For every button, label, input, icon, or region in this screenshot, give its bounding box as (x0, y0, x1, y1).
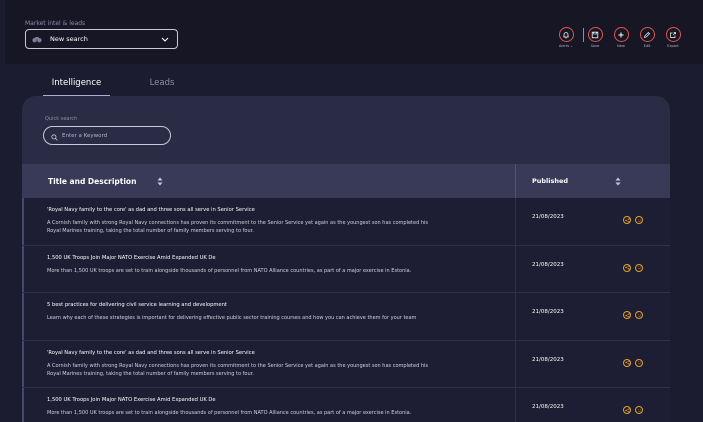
quick-search-field[interactable] (43, 126, 171, 145)
row-title[interactable]: 'Royal Navy family to the core' as dad a… (47, 207, 255, 213)
edit-button[interactable]: Edit (637, 27, 657, 48)
column-title-description[interactable]: Title and Description (48, 164, 136, 198)
row-description: More than 1,500 UK troops are set to tra… (47, 267, 412, 274)
tab-leads[interactable]: Leads (135, 78, 189, 96)
binoculars-icon (32, 35, 42, 43)
table-row[interactable]: 1,500 UK Troops Join Major NATO Exercise… (22, 245, 670, 293)
quick-search-input[interactable] (62, 132, 162, 139)
alerts-button[interactable]: Alerts ⌄ (556, 27, 576, 48)
context-label: Market intel & leads (25, 20, 86, 27)
row-title[interactable]: 5 best practices for delivering civil se… (47, 302, 227, 308)
smiley-icon[interactable] (635, 358, 643, 367)
smiley-icon[interactable] (635, 263, 643, 272)
save-label: Save (590, 44, 600, 48)
row-title[interactable]: 1,500 UK Troops Join Major NATO Exercise… (47, 397, 216, 403)
export-button[interactable]: Export (663, 27, 683, 48)
row-published-date: 21/08/2023 (532, 214, 564, 220)
row-description: A Cornish family with strong Royal Navy … (47, 362, 429, 377)
share-icon[interactable] (623, 311, 631, 319)
tab-intelligence[interactable]: Intelligence (43, 78, 110, 96)
quick-search-label: Quick search (45, 116, 78, 122)
table-body: 'Royal Navy family to the core' as dad a… (22, 198, 670, 422)
smiley-icon[interactable] (635, 406, 643, 414)
row-description: A Cornish family with strong Royal Navy … (47, 220, 429, 234)
new-button[interactable]: New (611, 27, 631, 48)
alerts-label: Alerts ⌄ (558, 44, 574, 48)
context-value: New search (50, 35, 88, 43)
export-label: Export (667, 44, 679, 48)
row-description: More than 1,500 UK troops are set to tra… (47, 410, 412, 416)
row-title[interactable]: 'Royal Navy family to the core' as dad a… (47, 350, 255, 356)
toolbar-divider (583, 28, 584, 42)
pencil-icon (643, 31, 650, 38)
save-button[interactable]: Save (585, 27, 605, 48)
top-bar: Market intel & leads New search Alerts ⌄… (5, 0, 703, 64)
table-row[interactable]: 'Royal Navy family to the core' as dad a… (22, 340, 670, 388)
share-icon[interactable] (623, 216, 631, 224)
smiley-icon[interactable] (635, 311, 643, 319)
table-row[interactable]: 'Royal Navy family to the core' as dad a… (22, 198, 670, 246)
share-icon[interactable] (623, 358, 631, 367)
edit-label: Edit (643, 44, 651, 48)
share-icon[interactable] (623, 263, 631, 272)
save-icon (591, 31, 599, 38)
sort-icon[interactable] (157, 177, 163, 186)
column-published[interactable]: Published (532, 164, 568, 198)
search-icon (51, 126, 58, 145)
sort-icon[interactable] (615, 177, 621, 186)
export-icon (670, 31, 676, 38)
table-header: Title and Description Published (22, 164, 670, 198)
column-divider (515, 164, 516, 198)
share-icon[interactable] (623, 406, 631, 414)
new-label: New (617, 44, 625, 48)
bell-icon (563, 31, 569, 38)
row-published-date: 21/08/2023 (532, 261, 564, 268)
row-published-date: 21/08/2023 (532, 356, 564, 363)
smiley-icon[interactable] (635, 216, 643, 224)
row-title[interactable]: 1,500 UK Troops Join Major NATO Exercise… (47, 255, 216, 261)
table-row[interactable]: 5 best practices for delivering civil se… (22, 293, 670, 341)
search-context-dropdown[interactable]: New search (25, 29, 178, 49)
chevron-down-icon (161, 35, 169, 43)
table-row[interactable]: 1,500 UK Troops Join Major NATO Exercise… (22, 388, 670, 422)
row-description: Learn why each of these strategies is im… (47, 315, 417, 321)
intelligence-panel: Quick search Title and Description Publi… (22, 96, 670, 422)
row-published-date: 21/08/2023 (532, 404, 564, 410)
plus-icon (618, 32, 624, 37)
row-published-date: 21/08/2023 (532, 309, 564, 315)
